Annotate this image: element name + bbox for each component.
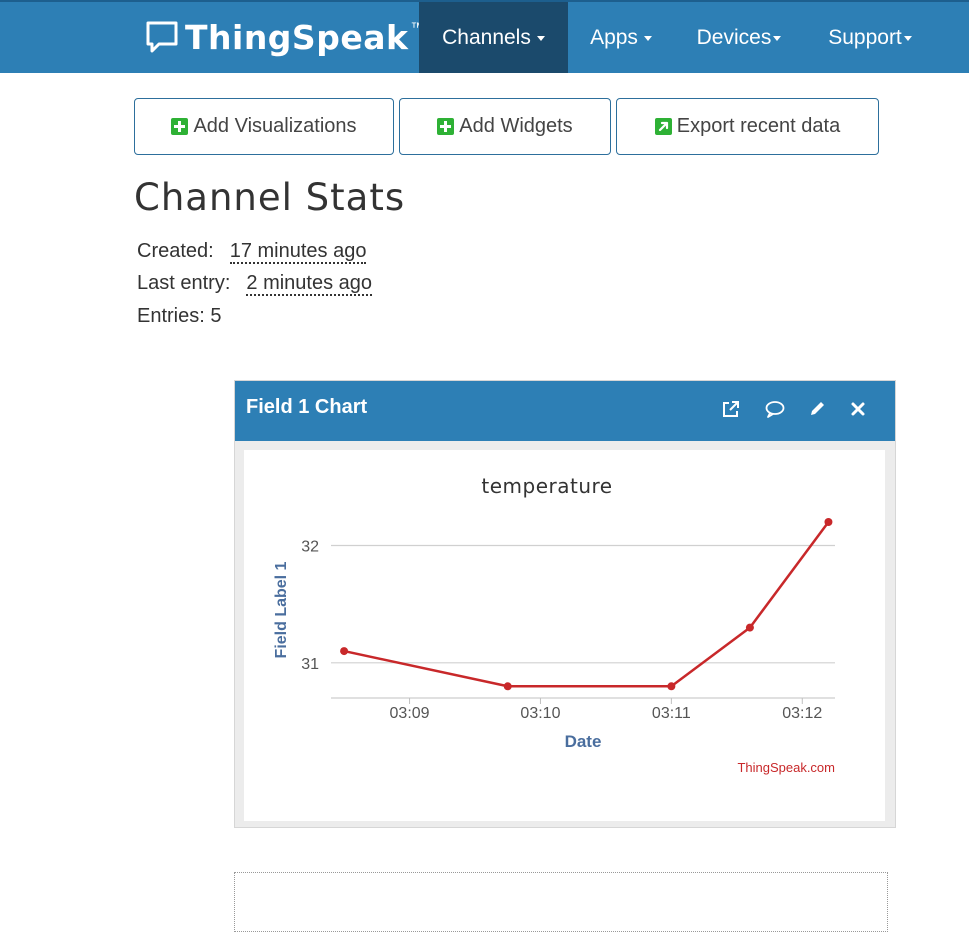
field-chart-panel: Field 1 Chart temperature 03:09 03:10 03:1… — [234, 380, 896, 828]
temperature-series-line — [343, 521, 830, 688]
nav-support-label: Support — [828, 25, 902, 49]
nav-support[interactable]: Support — [816, 2, 924, 73]
nav-devices[interactable]: Devices — [688, 2, 790, 73]
x-tick-label: 03:11 — [652, 705, 691, 722]
nav-apps-label: Apps — [590, 25, 638, 49]
close-icon[interactable] — [847, 398, 869, 420]
caret-down-icon — [643, 36, 652, 41]
nav-channels-label: Channels — [442, 25, 531, 49]
external-link-square-icon — [654, 118, 672, 135]
last-entry-label: Last entry: — [137, 272, 231, 294]
panel-header: Field 1 Chart — [235, 381, 895, 441]
data-point[interactable] — [667, 682, 676, 691]
brand-name: ThingSpeak — [185, 17, 409, 57]
stat-entries: Entries: 5 — [137, 305, 222, 327]
nav-devices-label: Devices — [696, 25, 772, 49]
nav-apps[interactable]: Apps — [578, 2, 664, 73]
last-entry-value[interactable]: 2 minutes ago — [246, 272, 373, 296]
add-visualizations-button[interactable]: Add Visualizations — [134, 98, 394, 155]
export-recent-data-label: Export recent data — [676, 115, 841, 137]
thingspeak-logo[interactable]: ThingSpeak ™ — [145, 14, 424, 60]
x-tick-label: 03:12 — [782, 705, 822, 722]
temperature-line-chart: temperature 03:09 03:10 03:11 03:12 31 32 Da… — [273, 474, 835, 775]
external-link-icon[interactable] — [720, 398, 742, 420]
top-navbar: ThingSpeak ™ Channels Apps Devices Suppo… — [0, 0, 969, 73]
speech-bubble-icon — [146, 21, 178, 53]
export-recent-data-button[interactable]: Export recent data — [616, 98, 879, 155]
plus-square-icon — [171, 118, 189, 135]
next-panel-placeholder — [234, 872, 888, 932]
stat-last-entry: Last entry: 2 minutes ago — [137, 272, 373, 296]
x-axis-label: Date — [565, 732, 602, 751]
nav-channels[interactable]: Channels — [419, 2, 568, 73]
x-tick-label: 03:09 — [390, 705, 430, 722]
created-label: Created: — [137, 240, 214, 262]
chart-credit[interactable]: ThingSpeak.com — [737, 760, 835, 775]
data-point[interactable] — [340, 647, 349, 656]
add-widgets-button[interactable]: Add Widgets — [399, 98, 611, 155]
caret-down-icon — [536, 36, 545, 41]
chart-title: temperature — [481, 474, 612, 498]
stat-created: Created: 17 minutes ago — [137, 240, 367, 264]
add-visualizations-label: Add Visualizations — [193, 115, 357, 137]
chart-area: temperature 03:09 03:10 03:11 03:12 31 32 Da… — [244, 450, 885, 821]
created-value[interactable]: 17 minutes ago — [229, 240, 367, 264]
panel-title: Field 1 Chart — [246, 396, 368, 418]
page-title: Channel Stats — [134, 176, 406, 219]
y-axis-label: Field Label 1 — [273, 561, 290, 658]
comment-icon[interactable] — [764, 398, 786, 420]
caret-down-icon — [903, 36, 912, 41]
x-tick-label: 03:10 — [520, 705, 560, 722]
y-tick-label: 32 — [301, 538, 319, 555]
data-point[interactable] — [824, 518, 833, 526]
data-point[interactable] — [503, 682, 512, 691]
caret-down-icon — [773, 36, 782, 41]
plus-square-icon — [437, 118, 455, 135]
pencil-icon[interactable] — [806, 398, 828, 420]
add-widgets-label: Add Widgets — [459, 115, 573, 137]
y-tick-label: 31 — [301, 656, 319, 673]
data-point[interactable] — [745, 623, 754, 632]
